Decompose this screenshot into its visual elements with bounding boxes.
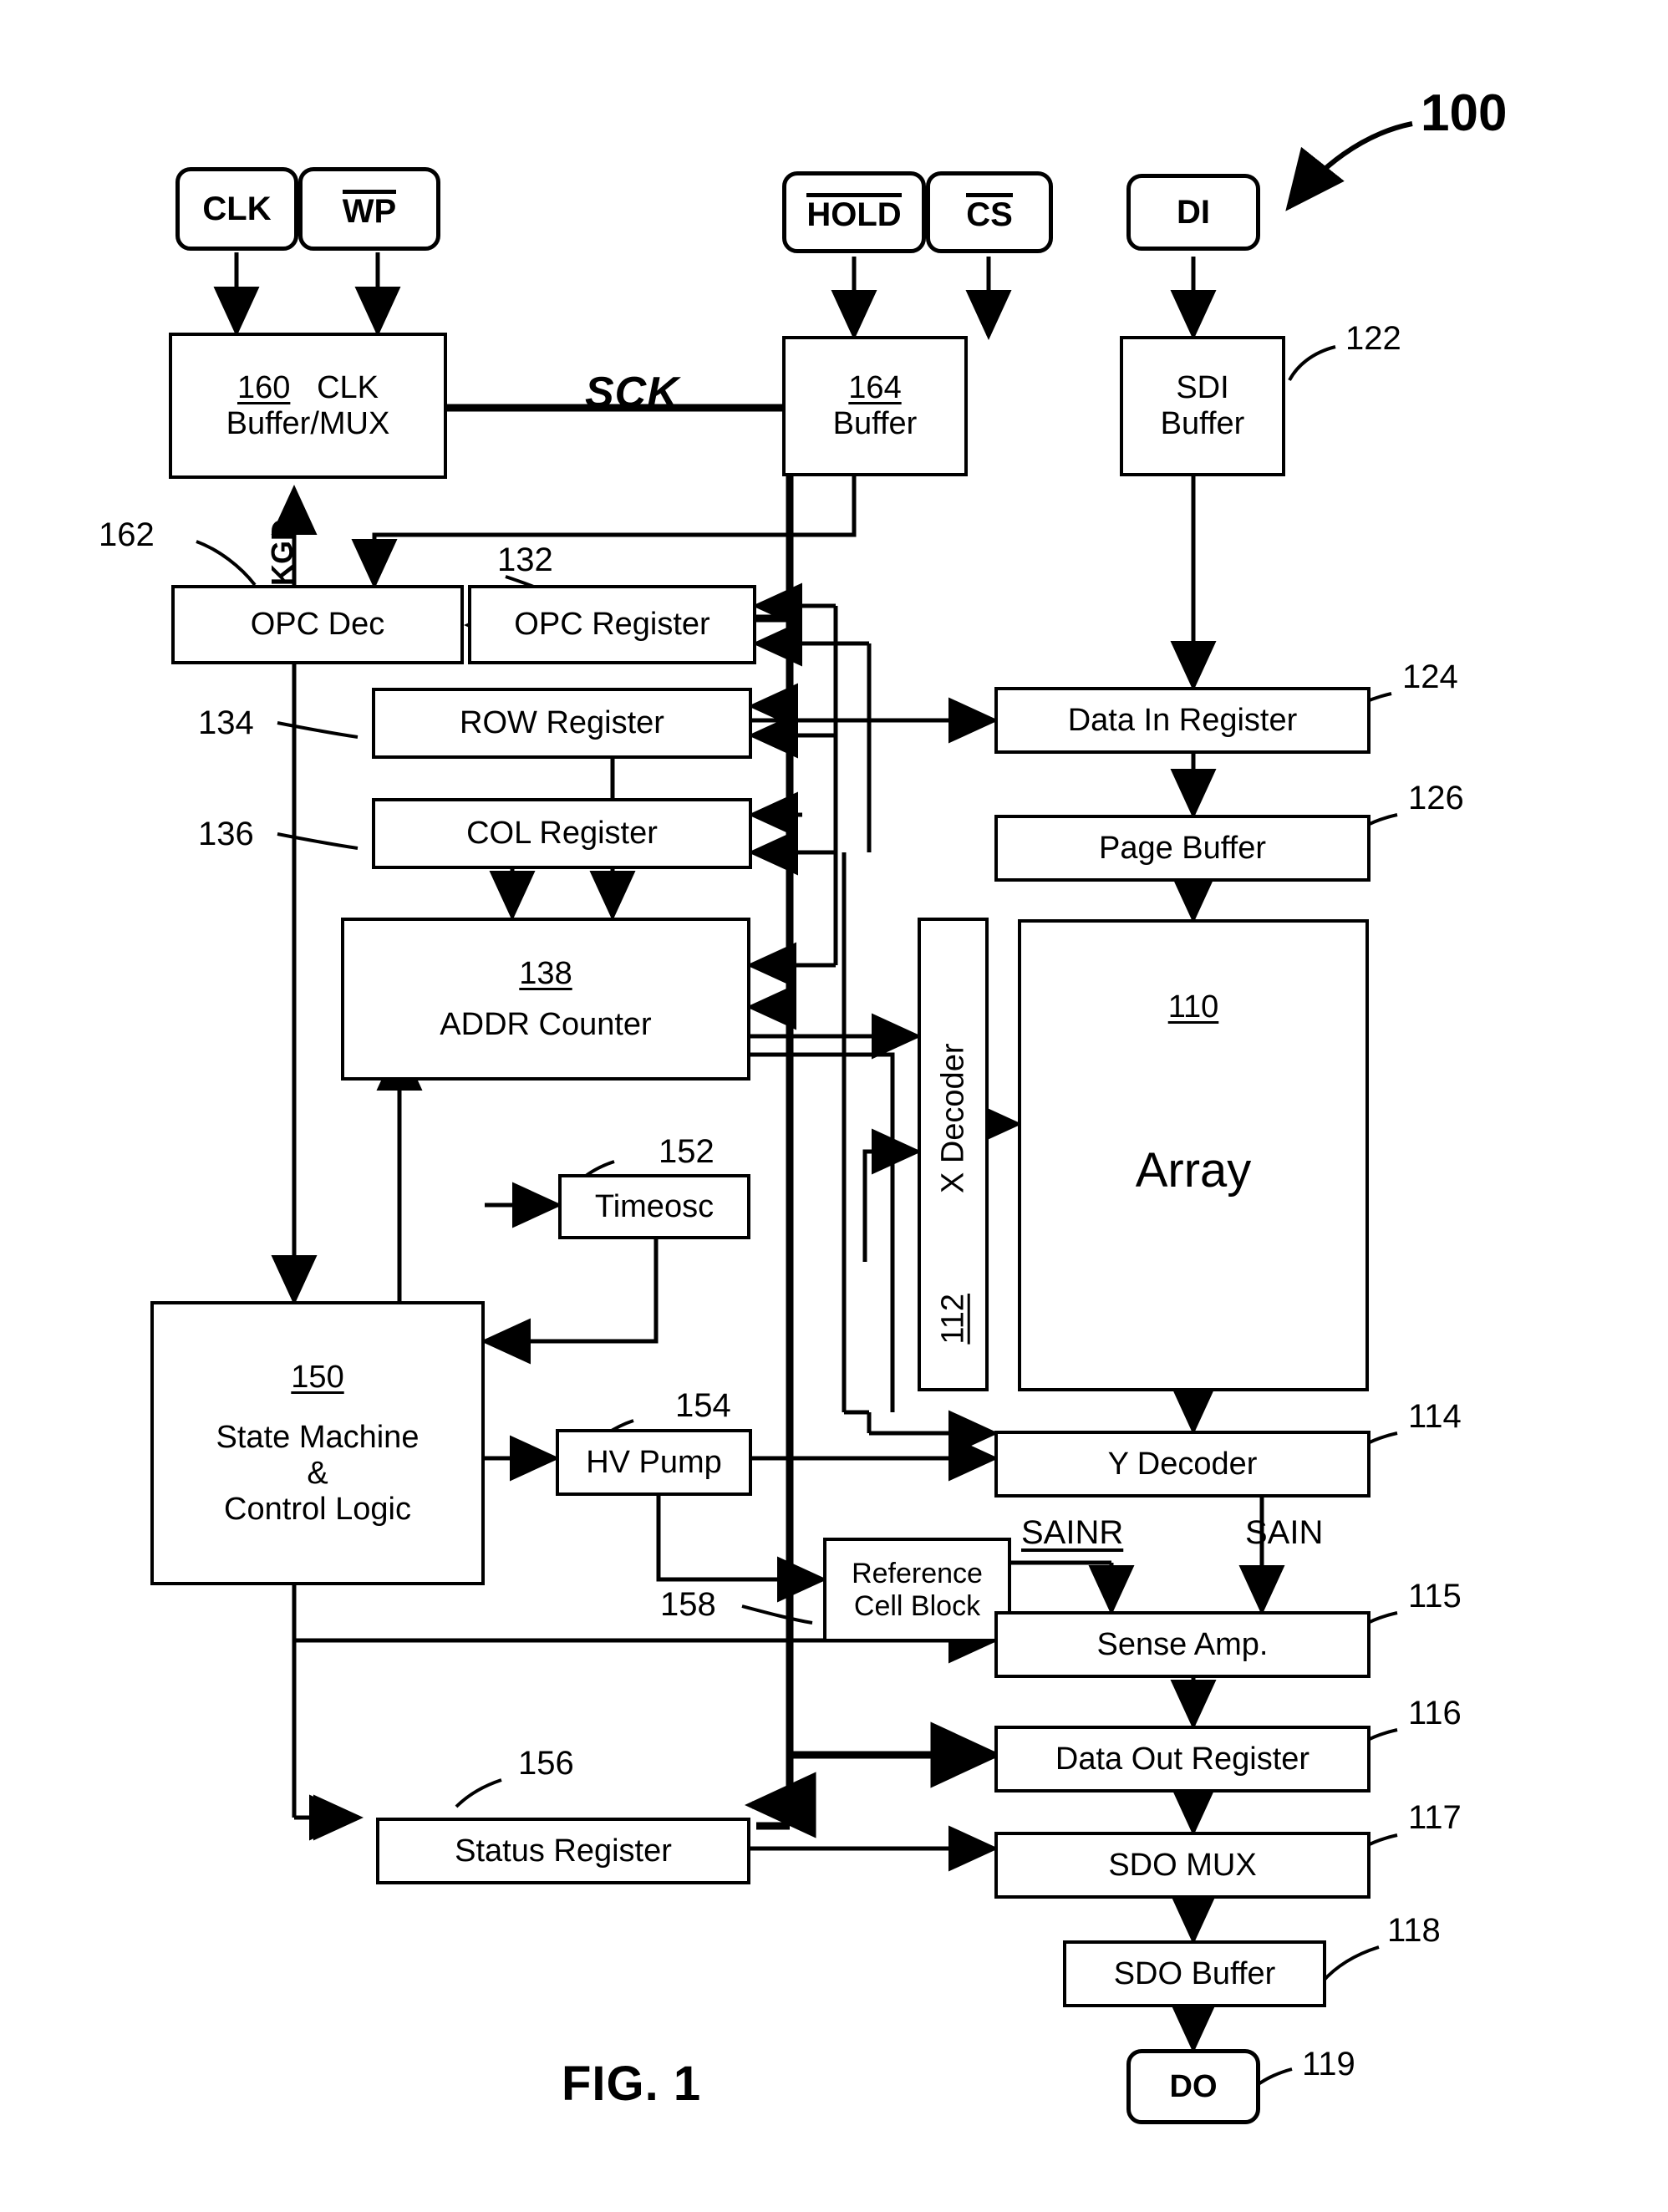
pad-hold-label: HOLD <box>806 193 902 231</box>
ref-116: 116 <box>1408 1695 1462 1731</box>
ref-164: 164 <box>848 370 902 406</box>
block-state-machine: 150 State Machine & Control Logic <box>150 1301 485 1585</box>
ref-138: 138 <box>519 955 572 991</box>
sense-amp-label: Sense Amp. <box>1096 1626 1269 1662</box>
block-array: 110 Array <box>1018 919 1369 1391</box>
sdo-buffer-label: SDO Buffer <box>1113 1955 1276 1991</box>
state-machine-line1: State Machine <box>216 1420 420 1456</box>
pad-cs[interactable]: CS <box>926 171 1053 253</box>
block-sdi-buffer: SDI Buffer <box>1120 336 1285 476</box>
x-decoder-label: X Decoder <box>935 1043 971 1194</box>
pad-di-label: DI <box>1177 193 1210 231</box>
block-y-decoder: Y Decoder <box>994 1431 1371 1498</box>
timeosc-label: Timeosc <box>594 1188 714 1224</box>
block-data-in-register: Data In Register <box>994 687 1371 754</box>
block-timeosc: Timeosc <box>558 1174 750 1239</box>
ref-132: 132 <box>497 542 553 578</box>
page-buffer-label: Page Buffer <box>1098 830 1266 866</box>
state-machine-line3: Control Logic <box>224 1491 411 1527</box>
block-hv-pump: HV Pump <box>556 1429 752 1496</box>
clk-buffer-line1: 160 CLK <box>237 370 379 406</box>
state-machine-line2: & <box>307 1456 328 1491</box>
ref-150: 150 <box>291 1359 344 1395</box>
ref-118: 118 <box>1387 1912 1441 1949</box>
block-opc-dec: OPC Dec <box>171 585 464 664</box>
block-hold-buffer: 164 Buffer <box>782 336 968 476</box>
pad-clk[interactable]: CLK <box>175 167 298 251</box>
data-in-register-label: Data In Register <box>1067 702 1298 738</box>
ref-162: 162 <box>99 516 155 553</box>
block-x-decoder: X Decoder 112 <box>918 918 989 1391</box>
pad-cs-label: CS <box>966 193 1013 231</box>
signal-sain-label: SAIN <box>1245 1514 1324 1551</box>
array-label: Array <box>1135 1143 1252 1198</box>
data-out-register-label: Data Out Register <box>1055 1741 1310 1777</box>
figure-canvas: CLK WP HOLD CS DI 100 160 CLK Buffer/MUX… <box>0 0 1668 2212</box>
col-register-label: COL Register <box>466 816 658 852</box>
pad-wp-label: WP <box>342 190 397 228</box>
sdi-buffer-line1: SDI <box>1176 370 1229 406</box>
pad-do[interactable]: DO <box>1126 2049 1260 2124</box>
sdo-mux-label: SDO MUX <box>1108 1847 1257 1883</box>
ref-110: 110 <box>1167 989 1219 1025</box>
device-ref-100: 100 <box>1421 84 1508 142</box>
clk-buffer-line2: Buffer/MUX <box>226 405 390 441</box>
block-opc-register: OPC Register <box>468 585 756 664</box>
pad-hold[interactable]: HOLD <box>782 171 926 253</box>
ref-124: 124 <box>1402 659 1458 695</box>
block-sdo-buffer: SDO Buffer <box>1063 1940 1326 2007</box>
ref-119: 119 <box>1302 2046 1355 2082</box>
block-data-out-register: Data Out Register <box>994 1726 1371 1792</box>
ref-114: 114 <box>1408 1398 1462 1435</box>
signal-sck-label: SCK <box>585 369 679 417</box>
ref-156: 156 <box>518 1745 574 1782</box>
block-clk-buffer-mux: 160 CLK Buffer/MUX <box>169 333 447 479</box>
ref-126: 126 <box>1408 780 1464 816</box>
ref-112: 112 <box>935 1293 971 1345</box>
block-addr-counter: 138 ADDR Counter <box>341 918 750 1081</box>
addr-counter-label: ADDR Counter <box>440 1006 652 1042</box>
signal-sainr-label: SAINR <box>1021 1514 1124 1551</box>
pad-clk-label: CLK <box>202 190 272 227</box>
ref-117: 117 <box>1408 1799 1462 1836</box>
hold-buffer-label: Buffer <box>832 406 918 441</box>
block-page-buffer: Page Buffer <box>994 815 1371 882</box>
clk-buffer-clk-text: CLK <box>317 369 379 405</box>
ref-152: 152 <box>659 1133 714 1170</box>
opc-register-label: OPC Register <box>514 607 710 643</box>
block-sdo-mux: SDO MUX <box>994 1832 1371 1899</box>
status-register-label: Status Register <box>455 1833 672 1869</box>
block-row-register: ROW Register <box>372 688 752 759</box>
reference-cell-line1: Reference <box>852 1558 983 1590</box>
sdi-buffer-line2: Buffer <box>1160 406 1245 441</box>
pad-di[interactable]: DI <box>1126 174 1260 251</box>
y-decoder-label: Y Decoder <box>1107 1446 1258 1482</box>
pad-do-label: DO <box>1169 2068 1218 2104</box>
block-reference-cell-block: Reference Cell Block <box>823 1538 1011 1642</box>
opc-dec-label: OPC Dec <box>250 607 385 643</box>
ref-160: 160 <box>236 369 291 405</box>
ref-158: 158 <box>660 1586 716 1623</box>
reference-cell-line2: Cell Block <box>853 1589 981 1622</box>
ref-115: 115 <box>1408 1578 1462 1615</box>
ref-136: 136 <box>198 816 254 852</box>
block-status-register: Status Register <box>376 1818 750 1884</box>
pad-wp[interactable]: WP <box>298 167 440 251</box>
ref-122: 122 <box>1345 320 1401 357</box>
ref-154: 154 <box>675 1387 731 1424</box>
figure-caption: FIG. 1 <box>562 2057 702 2111</box>
hv-pump-label: HV Pump <box>586 1444 722 1480</box>
row-register-label: ROW Register <box>460 705 664 741</box>
block-sense-amp: Sense Amp. <box>994 1611 1371 1678</box>
ref-134: 134 <box>198 704 254 741</box>
block-col-register: COL Register <box>372 798 752 869</box>
